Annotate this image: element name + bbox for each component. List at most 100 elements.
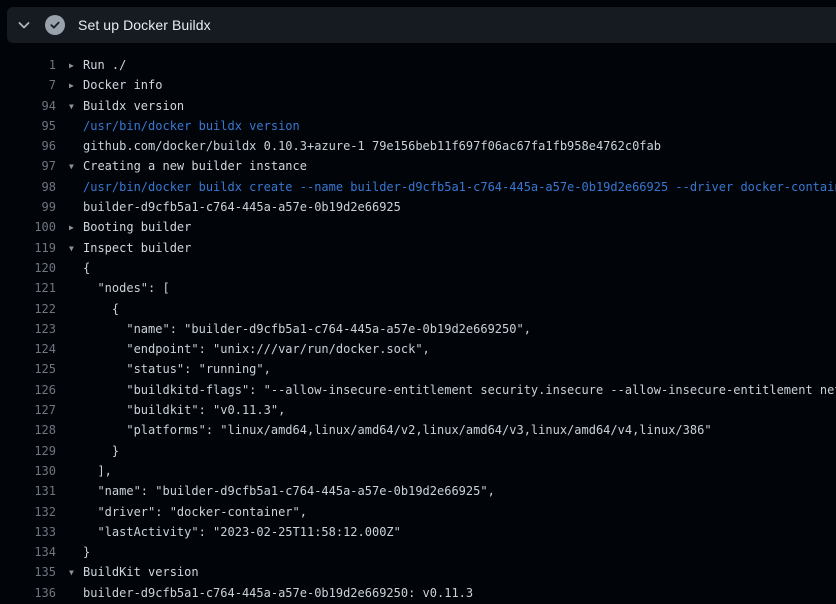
log-line-row: 120 {	[0, 258, 836, 278]
line-number[interactable]: 128	[0, 420, 56, 440]
log-line-row: 122 {	[0, 299, 836, 319]
line-number[interactable]: 123	[0, 319, 56, 339]
log-text: }	[69, 542, 90, 562]
log-group-row[interactable]: 135 ▼BuildKit version	[0, 562, 836, 582]
log-line-row: 129 }	[0, 441, 836, 461]
log-text: "endpoint": "unix:///var/run/docker.sock…	[69, 339, 430, 359]
collapse-group-icon[interactable]: ▼	[69, 563, 83, 582]
line-number[interactable]: 100	[0, 217, 56, 237]
line-number[interactable]: 96	[0, 136, 56, 156]
log-text: "platforms": "linux/amd64,linux/amd64/v2…	[69, 420, 712, 440]
line-number[interactable]: 7	[0, 75, 56, 95]
log-group-row[interactable]: 119 ▼Inspect builder	[0, 238, 836, 258]
log-line-row: 133 "lastActivity": "2023-02-25T11:58:12…	[0, 522, 836, 542]
group-row-body[interactable]: ▼Inspect builder	[69, 238, 191, 258]
line-number[interactable]: 95	[0, 116, 56, 136]
log-text: "status": "running",	[69, 359, 271, 379]
group-row-body[interactable]: ▶Run ./	[69, 55, 126, 75]
expand-group-icon[interactable]: ▶	[69, 76, 83, 95]
log-text: "name": "builder-d9cfb5a1-c764-445a-a57e…	[69, 319, 531, 339]
line-number[interactable]: 125	[0, 359, 56, 379]
line-number[interactable]: 94	[0, 96, 56, 116]
group-title: BuildKit version	[83, 565, 199, 579]
log-line-row: 98/usr/bin/docker buildx create --name b…	[0, 177, 836, 197]
line-number[interactable]: 98	[0, 177, 56, 197]
group-row-body[interactable]: ▼Buildx version	[69, 96, 184, 116]
log-line-row: 130 ],	[0, 461, 836, 481]
group-row-body[interactable]: ▼BuildKit version	[69, 562, 199, 582]
log-line-row: 127 "buildkit": "v0.11.3",	[0, 400, 836, 420]
group-row-body[interactable]: ▼Creating a new builder instance	[69, 156, 307, 176]
expand-group-icon[interactable]: ▶	[69, 218, 83, 237]
log-text: ],	[69, 461, 112, 481]
log-line-row: 136 builder-d9cfb5a1-c764-445a-a57e-0b19d…	[0, 583, 836, 603]
chevron-down-icon[interactable]	[16, 17, 32, 33]
log-lines: 1▶Run ./7▶Docker info94▼Buildx version95…	[0, 43, 836, 604]
log-line-row: 121 "nodes": [	[0, 278, 836, 298]
log-line-row: 96 github.com/docker/buildx 0.10.3+azure-…	[0, 136, 836, 156]
log-text: "name": "builder-d9cfb5a1-c764-445a-a57e…	[69, 481, 495, 501]
log-line-row: 134}	[0, 542, 836, 562]
line-number[interactable]: 124	[0, 339, 56, 359]
step-title: Set up Docker Buildx	[78, 17, 211, 33]
step-header[interactable]: Set up Docker Buildx	[7, 7, 836, 43]
log-group-row[interactable]: 94 ▼Buildx version	[0, 96, 836, 116]
log-group-row[interactable]: 7 ▶Docker info	[0, 75, 836, 95]
log-line-row: 95/usr/bin/docker buildx version	[0, 116, 836, 136]
line-number[interactable]: 121	[0, 278, 56, 298]
log-line-row: 126 "buildkitd-flags": "--allow-insecure…	[0, 380, 836, 400]
log-text: "buildkitd-flags": "--allow-insecure-ent…	[69, 380, 836, 400]
line-number[interactable]: 97	[0, 156, 56, 176]
log-text: "driver": "docker-container",	[69, 502, 307, 522]
group-title: Buildx version	[83, 99, 184, 113]
line-number[interactable]: 132	[0, 502, 56, 522]
log-text: }	[69, 441, 119, 461]
command-text: /usr/bin/docker buildx version	[69, 116, 300, 136]
log-text: "buildkit": "v0.11.3",	[69, 400, 285, 420]
log-group-row[interactable]: 100 ▶Booting builder	[0, 217, 836, 237]
collapse-group-icon[interactable]: ▼	[69, 239, 83, 258]
line-number[interactable]: 122	[0, 299, 56, 319]
group-title: Docker info	[83, 78, 162, 92]
log-text: github.com/docker/buildx 0.10.3+azure-1 …	[69, 136, 661, 156]
collapse-group-icon[interactable]: ▼	[69, 157, 83, 176]
log-line-row: 123 "name": "builder-d9cfb5a1-c764-445a-…	[0, 319, 836, 339]
log-text: {	[69, 258, 90, 278]
log-group-row[interactable]: 1 ▶Run ./	[0, 55, 836, 75]
line-number[interactable]: 127	[0, 400, 56, 420]
log-line-row: 124 "endpoint": "unix:///var/run/docker.…	[0, 339, 836, 359]
line-number[interactable]: 120	[0, 258, 56, 278]
log-text: "lastActivity": "2023-02-25T11:58:12.000…	[69, 522, 401, 542]
log-text: {	[69, 299, 119, 319]
collapse-group-icon[interactable]: ▼	[69, 97, 83, 116]
group-title: Creating a new builder instance	[83, 159, 307, 173]
expand-group-icon[interactable]: ▶	[69, 56, 83, 75]
log-line-row: 99 builder-d9cfb5a1-c764-445a-a57e-0b19d2…	[0, 197, 836, 217]
log-group-row[interactable]: 97 ▼Creating a new builder instance	[0, 156, 836, 176]
line-number[interactable]: 130	[0, 461, 56, 481]
line-number[interactable]: 126	[0, 380, 56, 400]
command-text: /usr/bin/docker buildx create --name bui…	[69, 177, 836, 197]
log-text: builder-d9cfb5a1-c764-445a-a57e-0b19d2e6…	[69, 583, 473, 603]
line-number[interactable]: 133	[0, 522, 56, 542]
group-title: Inspect builder	[83, 241, 191, 255]
log-text: builder-d9cfb5a1-c764-445a-a57e-0b19d2e6…	[69, 197, 401, 217]
group-row-body[interactable]: ▶Docker info	[69, 75, 162, 95]
log-line-row: 131 "name": "builder-d9cfb5a1-c764-445a-…	[0, 481, 836, 501]
line-number[interactable]: 129	[0, 441, 56, 461]
group-row-body[interactable]: ▶Booting builder	[69, 217, 191, 237]
line-number[interactable]: 136	[0, 583, 56, 603]
line-number[interactable]: 99	[0, 197, 56, 217]
log-line-row: 128 "platforms": "linux/amd64,linux/amd6…	[0, 420, 836, 440]
group-title: Run ./	[83, 58, 126, 72]
line-number[interactable]: 131	[0, 481, 56, 501]
log-line-row: 125 "status": "running",	[0, 359, 836, 379]
log-text: "nodes": [	[69, 278, 170, 298]
line-number[interactable]: 135	[0, 562, 56, 582]
group-title: Booting builder	[83, 220, 191, 234]
line-number[interactable]: 119	[0, 238, 56, 258]
line-number[interactable]: 1	[0, 55, 56, 75]
line-number[interactable]: 134	[0, 542, 56, 562]
check-circle-icon	[45, 15, 65, 35]
log-line-row: 132 "driver": "docker-container",	[0, 502, 836, 522]
